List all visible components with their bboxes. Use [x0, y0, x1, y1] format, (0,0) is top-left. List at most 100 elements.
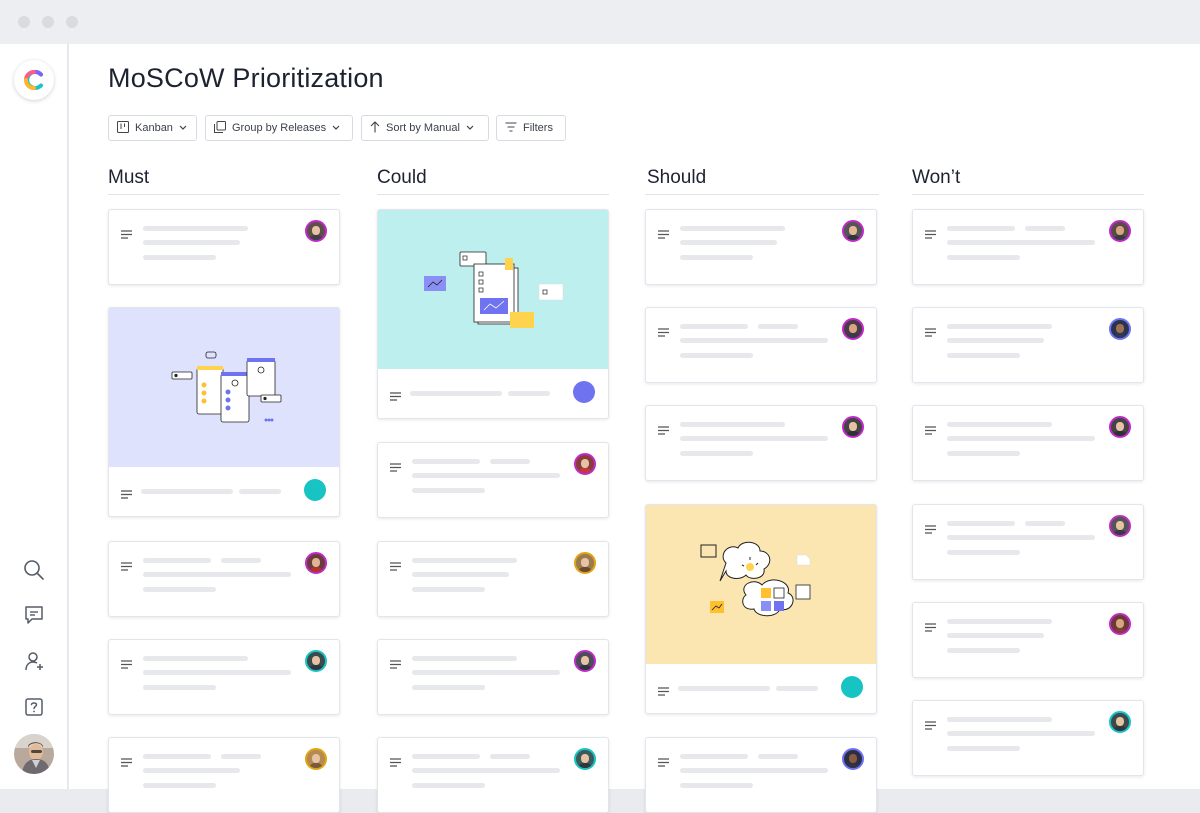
- message-icon[interactable]: [22, 603, 46, 627]
- placeholder-line: [412, 656, 517, 661]
- placeholder-line: [947, 648, 1020, 653]
- sort-dropdown[interactable]: Sort by Manual: [361, 115, 489, 141]
- placeholder-line: [680, 754, 748, 759]
- task-card-with-cover[interactable]: [645, 504, 877, 714]
- placeholder-line: [680, 324, 748, 329]
- task-card[interactable]: [645, 737, 877, 813]
- placeholder-line: [221, 558, 261, 563]
- placeholder-line: [412, 783, 485, 788]
- assignee-avatar[interactable]: [1109, 220, 1131, 242]
- task-card[interactable]: [108, 639, 340, 715]
- card-cover-illustration: [646, 505, 876, 664]
- assignee-avatar[interactable]: [574, 453, 596, 475]
- task-card-with-cover[interactable]: [108, 307, 340, 517]
- column-divider: [645, 194, 879, 195]
- placeholder-line: [221, 754, 261, 759]
- chevron-down-icon: [179, 122, 187, 134]
- task-card[interactable]: [377, 442, 609, 518]
- description-lines-icon: [925, 422, 937, 440]
- placeholder-line: [947, 550, 1020, 555]
- assignee-avatar[interactable]: [1109, 416, 1131, 438]
- group-icon: [214, 120, 226, 136]
- assignee-avatar[interactable]: [573, 381, 595, 403]
- assignee-avatar[interactable]: [574, 552, 596, 574]
- group-dropdown-label: Group by Releases: [232, 122, 327, 134]
- placeholder-line: [680, 422, 785, 427]
- column-heading-must: Must: [108, 167, 150, 188]
- filters-button[interactable]: Filters: [496, 115, 566, 141]
- placeholder-line: [680, 240, 777, 245]
- main-content: MoSCoW Prioritization Kanban Group by Re…: [69, 44, 1200, 813]
- assignee-avatar[interactable]: [842, 416, 864, 438]
- task-card[interactable]: [912, 209, 1144, 285]
- placeholder-line: [141, 489, 233, 494]
- placeholder-line: [143, 572, 291, 577]
- description-lines-icon: [390, 754, 402, 772]
- window-minimize-dot[interactable]: [42, 16, 54, 28]
- assignee-avatar[interactable]: [1109, 318, 1131, 340]
- help-icon[interactable]: [22, 695, 46, 719]
- placeholder-line: [947, 746, 1020, 751]
- view-dropdown-label: Kanban: [135, 122, 173, 134]
- add-user-icon[interactable]: [22, 649, 46, 673]
- assignee-avatar[interactable]: [842, 748, 864, 770]
- card-cover-illustration: [378, 210, 608, 369]
- task-card[interactable]: [377, 541, 609, 617]
- description-lines-icon: [390, 656, 402, 674]
- app-logo-icon[interactable]: [14, 60, 54, 100]
- task-card-with-cover[interactable]: [377, 209, 609, 419]
- assignee-avatar[interactable]: [842, 318, 864, 340]
- task-card[interactable]: [377, 639, 609, 715]
- placeholder-line: [412, 558, 517, 563]
- description-lines-icon: [658, 226, 670, 244]
- placeholder-line: [412, 754, 480, 759]
- assignee-avatar[interactable]: [574, 748, 596, 770]
- description-lines-icon: [925, 619, 937, 637]
- task-card[interactable]: [645, 307, 877, 383]
- placeholder-line: [490, 754, 530, 759]
- sort-arrow-icon: [370, 120, 380, 136]
- task-card[interactable]: [645, 405, 877, 481]
- column-divider: [912, 194, 1144, 195]
- description-lines-icon: [658, 324, 670, 342]
- assignee-avatar[interactable]: [305, 748, 327, 770]
- assignee-avatar[interactable]: [1109, 711, 1131, 733]
- assignee-avatar[interactable]: [574, 650, 596, 672]
- placeholder-line: [1025, 226, 1065, 231]
- task-card[interactable]: [108, 541, 340, 617]
- assignee-avatar[interactable]: [305, 220, 327, 242]
- task-card[interactable]: [377, 737, 609, 813]
- task-card[interactable]: [108, 209, 340, 285]
- task-card[interactable]: [912, 700, 1144, 776]
- user-avatar[interactable]: [14, 734, 54, 774]
- placeholder-line: [143, 226, 248, 231]
- task-card[interactable]: [912, 405, 1144, 481]
- window-close-dot[interactable]: [18, 16, 30, 28]
- task-card[interactable]: [645, 209, 877, 285]
- placeholder-line: [947, 226, 1015, 231]
- assignee-avatar[interactable]: [305, 552, 327, 574]
- assignee-avatar[interactable]: [842, 220, 864, 242]
- assignee-avatar[interactable]: [841, 676, 863, 698]
- description-lines-icon: [390, 459, 402, 477]
- group-dropdown[interactable]: Group by Releases: [205, 115, 353, 141]
- window-maximize-dot[interactable]: [66, 16, 78, 28]
- task-card[interactable]: [912, 504, 1144, 580]
- description-lines-icon: [121, 558, 133, 576]
- task-card[interactable]: [912, 307, 1144, 383]
- search-icon[interactable]: [22, 558, 46, 582]
- assignee-avatar[interactable]: [1109, 515, 1131, 537]
- task-card[interactable]: [912, 602, 1144, 678]
- assignee-avatar[interactable]: [305, 650, 327, 672]
- assignee-avatar[interactable]: [1109, 613, 1131, 635]
- card-cover-illustration: [109, 308, 339, 467]
- assignee-avatar[interactable]: [304, 479, 326, 501]
- description-lines-icon: [121, 754, 133, 772]
- sort-dropdown-label: Sort by Manual: [386, 122, 460, 134]
- placeholder-line: [947, 422, 1052, 427]
- placeholder-line: [947, 731, 1095, 736]
- task-card[interactable]: [108, 737, 340, 813]
- description-lines-icon: [658, 422, 670, 440]
- placeholder-line: [947, 717, 1052, 722]
- view-dropdown[interactable]: Kanban: [108, 115, 197, 141]
